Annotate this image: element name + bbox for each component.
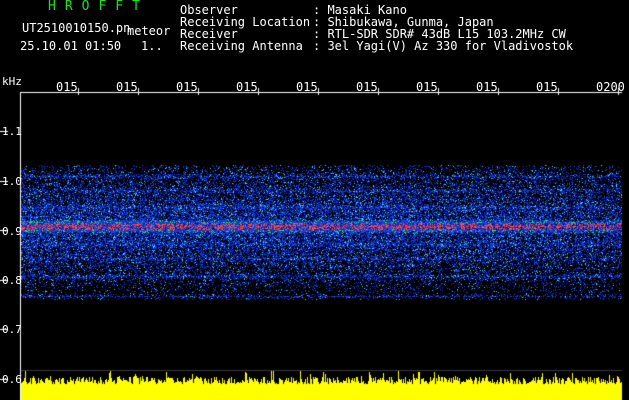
x-tick-label: 015 — [56, 80, 78, 94]
y-tick-label: 0.8 — [2, 274, 22, 287]
x-tick-label: 015 — [236, 80, 258, 94]
antenna-value: : 3el Yagi(V) Az 330 for Vladivostok — [313, 39, 574, 53]
mode-label: meteor — [127, 24, 171, 38]
x-tick-label: 015 — [476, 80, 498, 94]
more-indicator: 1.. — [141, 39, 163, 53]
antenna-label: Receiving Antenna — [180, 39, 303, 53]
datetime-label: 25.10.01 01:50 — [20, 39, 122, 53]
x-tick-label: 015 — [116, 80, 138, 94]
spectrogram-canvas — [0, 0, 629, 400]
y-tick-label: 1.0 — [2, 175, 22, 188]
x-tick-label: 015 — [176, 80, 198, 94]
y-tick-label: 0.6 — [2, 373, 22, 386]
x-tick-label: 015 — [416, 80, 438, 94]
file-name: UT2510010150.pn — [22, 21, 131, 35]
y-tick-label: 0.7 — [2, 323, 22, 336]
x-tick-label: 015 — [296, 80, 318, 94]
y-tick-label: 0.9 — [2, 225, 22, 238]
x-tick-label: 015 — [356, 80, 378, 94]
frequency-unit-label: kHz — [2, 75, 22, 88]
x-tick-label: 015 — [536, 80, 558, 94]
app-title: HROFFT — [48, 0, 149, 14]
y-tick-label: 1.1 — [2, 125, 22, 138]
x-tick-label: 0200 — [596, 80, 625, 94]
